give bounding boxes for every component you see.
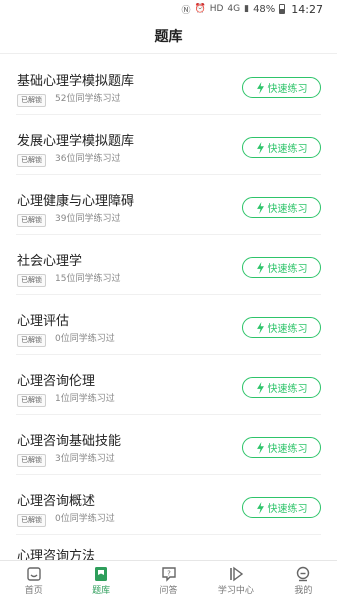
practice-count: 52位同学练习过 <box>55 94 121 104</box>
quick-practice-button[interactable]: 快速练习 <box>242 257 321 278</box>
lightning-icon <box>256 441 264 454</box>
lightning-icon <box>256 81 264 94</box>
battery-percent: 48% <box>253 3 276 15</box>
tab-home[interactable]: 首页 <box>0 561 67 600</box>
signal-label: 4G <box>227 4 241 14</box>
unlocked-badge: 已解锁 <box>17 334 46 347</box>
item-title[interactable]: 心理咨询概述 <box>17 490 95 509</box>
nfc-icon: Ⓝ <box>181 5 191 16</box>
tab-label: 题库 <box>92 585 111 596</box>
tab-label: 我的 <box>294 585 313 596</box>
item-title[interactable]: 发展心理学模拟题库 <box>17 130 134 149</box>
svg-text:?: ? <box>167 569 171 577</box>
unlocked-badge: 已解锁 <box>17 514 46 527</box>
item-title[interactable]: 心理健康与心理障碍 <box>17 190 134 209</box>
unlocked-badge: 已解锁 <box>17 94 46 107</box>
quick-practice-button[interactable]: 快速练习 <box>242 137 321 158</box>
list-item[interactable]: 心理咨询伦理 已解锁 1位同学练习过 快速练习 <box>16 355 321 415</box>
practice-count: 3位同学练习过 <box>55 454 115 464</box>
quick-practice-button[interactable]: 快速练习 <box>242 497 321 518</box>
list-item[interactable]: 心理健康与心理障碍 已解锁 39位同学练习过 快速练习 <box>16 175 321 235</box>
quick-practice-button[interactable]: 快速练习 <box>242 317 321 338</box>
practice-count: 36位同学练习过 <box>55 154 121 164</box>
item-title[interactable]: 社会心理学 <box>17 250 82 269</box>
list-item[interactable]: 发展心理学模拟题库 已解锁 36位同学练习过 快速练习 <box>16 115 321 175</box>
practice-count: 0位同学练习过 <box>55 334 115 344</box>
practice-count: 1位同学练习过 <box>55 394 115 404</box>
quick-practice-label: 快速练习 <box>267 504 308 515</box>
item-title[interactable]: 基础心理学模拟题库 <box>17 70 134 89</box>
tab-learning-center[interactable]: 学习中心 <box>202 561 269 600</box>
question-bank-icon <box>95 566 108 581</box>
unlocked-badge: 已解锁 <box>17 214 46 227</box>
home-icon <box>27 566 41 581</box>
battery-icon <box>279 4 286 14</box>
quick-practice-button[interactable]: 快速练习 <box>242 197 321 218</box>
tab-label: 学习中心 <box>217 585 254 596</box>
list-item[interactable]: 基础心理学模拟题库 已解锁 52位同学练习过 快速练习 <box>16 55 321 115</box>
lightning-icon <box>256 501 264 514</box>
tab-label: 问答 <box>159 585 178 596</box>
quick-practice-button[interactable]: 快速练习 <box>242 377 321 398</box>
quick-practice-label: 快速练习 <box>267 324 308 335</box>
signal-icon: ▮ <box>244 4 250 14</box>
quick-practice-button[interactable]: 快速练习 <box>242 437 321 458</box>
lightning-icon <box>256 321 264 334</box>
practice-count: 39位同学练习过 <box>55 214 121 224</box>
lightning-icon <box>256 261 264 274</box>
clock: 14:27 <box>291 2 323 16</box>
quick-practice-label: 快速练习 <box>267 84 308 95</box>
unlocked-badge: 已解锁 <box>17 154 46 167</box>
alarm-icon: ⏰ <box>194 4 206 14</box>
tab-label: 首页 <box>24 585 43 596</box>
quick-practice-button[interactable]: 快速练习 <box>242 77 321 98</box>
quick-practice-label: 快速练习 <box>267 264 308 275</box>
header: 题库 <box>0 18 337 54</box>
unlocked-badge: 已解锁 <box>17 454 46 467</box>
practice-count: 15位同学练习过 <box>55 274 121 284</box>
list-item[interactable]: 社会心理学 已解锁 15位同学练习过 快速练习 <box>16 235 321 295</box>
play-icon <box>230 566 244 581</box>
page-title: 题库 <box>154 28 183 45</box>
list-item[interactable]: 心理咨询基础技能 已解锁 3位同学练习过 快速练习 <box>16 415 321 475</box>
tab-qa[interactable]: ? 问答 <box>135 561 202 600</box>
list-item[interactable]: 心理咨询概述 已解锁 0位同学练习过 快速练习 <box>16 475 321 535</box>
unlocked-badge: 已解锁 <box>17 274 46 287</box>
list-item[interactable]: 心理评估 已解锁 0位同学练习过 快速练习 <box>16 295 321 355</box>
quick-practice-label: 快速练习 <box>267 444 308 455</box>
tab-profile[interactable]: 我的 <box>270 561 337 600</box>
network-label: HD <box>209 4 224 14</box>
status-bar: Ⓝ ⏰ HD 4G ▮ 48% 14:27 <box>0 0 337 18</box>
bottom-tab-bar: 首页 题库 ? 问答 学习中心 我的 <box>0 560 337 600</box>
quick-practice-label: 快速练习 <box>267 384 308 395</box>
quick-practice-label: 快速练习 <box>267 144 308 155</box>
item-title[interactable]: 心理咨询基础技能 <box>17 430 121 449</box>
lightning-icon <box>256 201 264 214</box>
question-bank-list[interactable]: 基础心理学模拟题库 已解锁 52位同学练习过 快速练习 发展心理学模拟题库 已解… <box>0 55 337 560</box>
item-title[interactable]: 心理咨询伦理 <box>17 370 95 389</box>
profile-icon <box>297 566 310 581</box>
unlocked-badge: 已解锁 <box>17 394 46 407</box>
qa-icon: ? <box>161 566 176 582</box>
lightning-icon <box>256 381 264 394</box>
quick-practice-label: 快速练习 <box>267 204 308 215</box>
tab-question-bank[interactable]: 题库 <box>67 561 134 600</box>
practice-count: 0位同学练习过 <box>55 514 115 524</box>
item-title[interactable]: 心理评估 <box>17 310 69 329</box>
lightning-icon <box>256 141 264 154</box>
